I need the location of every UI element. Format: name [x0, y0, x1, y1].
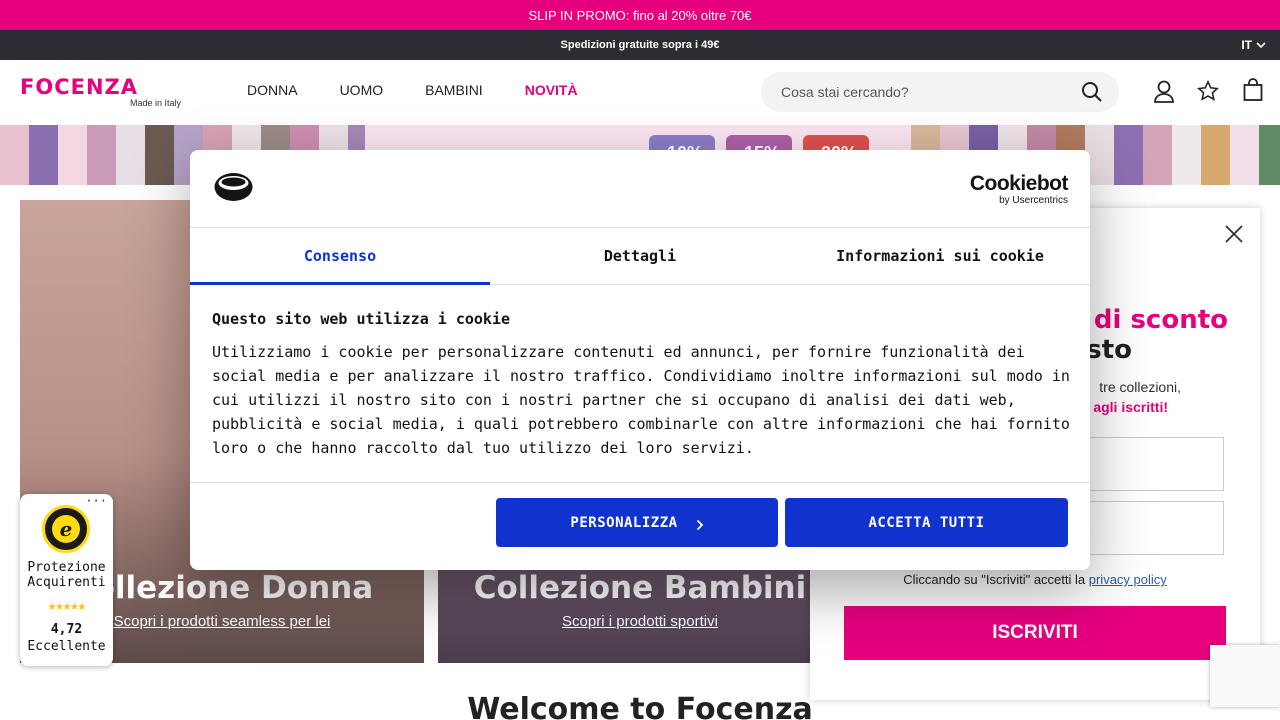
accept-all-button[interactable]: ACCETTA TUTTI [785, 498, 1068, 547]
logo-text: FOCENZA [20, 75, 139, 99]
search-bar [761, 72, 1119, 112]
tab-informazioni[interactable]: Informazioni sui cookie [790, 228, 1090, 284]
privacy-policy-link[interactable]: privacy policy [1089, 572, 1167, 587]
hero-title: Collezione Bambini [473, 570, 807, 606]
customize-button-label: PERSONALIZZA [570, 514, 678, 531]
logo-tagline: Made in Italy [130, 98, 182, 108]
cookie-consent-dialog: Cookiebot by Usercentrics Consenso Detta… [190, 150, 1090, 570]
search-input[interactable] [781, 84, 1061, 100]
recaptcha-badge[interactable] [1210, 645, 1280, 707]
hero-link[interactable]: Scopri i prodotti sportivi [438, 613, 842, 630]
trusted-shops-badge[interactable]: ··· e Protezione Acquirenti ★★★★★ 4,72 E… [20, 494, 113, 666]
nav-item-bambini[interactable]: BAMBINI [425, 82, 483, 98]
cookiebot-brand-sub: by Usercentrics [999, 195, 1068, 206]
more-options-icon[interactable]: ··· [85, 494, 107, 508]
tab-dettagli[interactable]: Dettagli [490, 228, 790, 284]
divider [190, 482, 1090, 483]
account-icon[interactable] [1153, 80, 1175, 103]
language-label: IT [1241, 38, 1252, 52]
nav-item-novita[interactable]: NOVITÀ [525, 82, 578, 98]
chevron-right-icon [696, 519, 703, 530]
promo-text[interactable]: SLIP IN PROMO: fino al 20% oltre 70€ [528, 8, 751, 23]
privacy-note-text: Cliccando su "Iscriviti" accetti la [903, 572, 1086, 587]
chevron-down-icon [1256, 41, 1266, 48]
search-icon[interactable] [1081, 81, 1103, 103]
cookie-tabs: Consenso Dettagli Informazioni sui cooki… [190, 227, 1090, 285]
shipping-bar: Spedizioni gratuite sopra i 49€ IT [0, 30, 1280, 60]
tab-consenso[interactable]: Consenso [190, 228, 490, 285]
nav-item-uomo[interactable]: UOMO [340, 82, 384, 98]
main-nav: DONNA UOMO BAMBINI NOVITÀ [247, 82, 620, 98]
cookiebot-brand-name: Cookiebot [969, 172, 1069, 195]
wishlist-star-icon[interactable] [1197, 80, 1219, 102]
buyer-protection-label: Protezione Acquirenti [27, 560, 106, 590]
language-selector[interactable]: IT [1241, 30, 1266, 60]
nav-item-donna[interactable]: DONNA [247, 82, 298, 98]
promo-bar[interactable]: SLIP IN PROMO: fino al 20% oltre 70€ [0, 0, 1280, 30]
cookie-title: Questo sito web utilizza i cookie [212, 310, 511, 328]
shipping-text: Spedizioni gratuite sopra i 49€ [560, 39, 720, 51]
cookie-body: Utilizziamo i cookie per personalizzare … [212, 343, 1070, 457]
close-icon[interactable] [1224, 224, 1244, 244]
cookiebot-brand: Cookiebot by Usercentrics [969, 172, 1069, 206]
site-header: FOCENZA Made in Italy DONNA UOMO BAMBINI… [0, 60, 1280, 124]
rating-stars-icon: ★★★★★ [47, 598, 86, 614]
cookiebot-logo-icon [214, 173, 253, 201]
customize-button[interactable]: PERSONALIZZA [496, 498, 778, 547]
subscribe-button[interactable]: ISCRIVITI [844, 606, 1226, 660]
rating-score: 4,72 [50, 622, 83, 637]
trusted-shops-seal-icon: e [42, 505, 90, 553]
privacy-note: Cliccando su "Iscriviti" accetti la priv… [810, 572, 1260, 587]
cart-bag-icon[interactable] [1243, 78, 1263, 102]
rating-text: Eccellente [27, 639, 106, 654]
logo[interactable]: FOCENZA Made in Italy [20, 75, 181, 108]
